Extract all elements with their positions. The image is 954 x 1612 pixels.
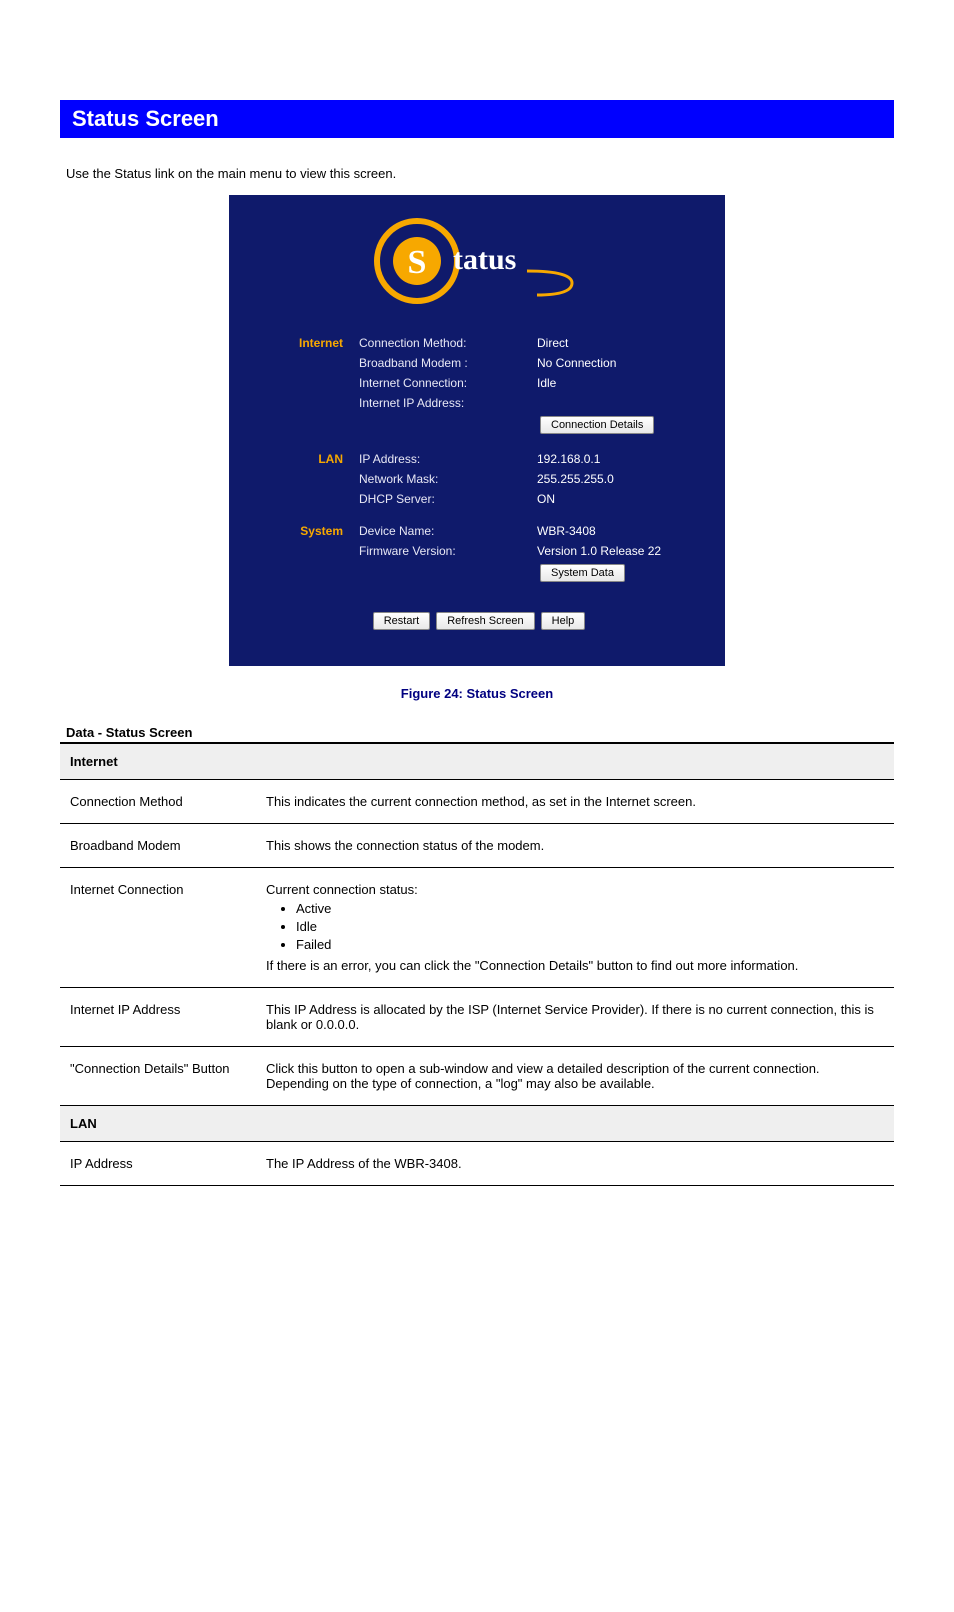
svg-text:S: S — [408, 244, 427, 281]
kv-label: Device Name: — [359, 524, 529, 538]
section-header-lan: LAN — [251, 452, 351, 466]
kv-value — [537, 396, 707, 410]
term-cell: Internet IP Address — [60, 988, 260, 1047]
kv-value: ON — [537, 492, 707, 506]
table-heading: Data - Status Screen — [66, 725, 888, 740]
figure-caption: Figure 24: Status Screen — [60, 686, 894, 701]
desc-cell: Current connection status:ActiveIdleFail… — [260, 868, 894, 988]
kv-label: IP Address: — [359, 452, 529, 466]
kv-label: Firmware Version: — [359, 544, 529, 558]
list-item: Idle — [296, 919, 884, 934]
kv-label: Connection Method: — [359, 336, 529, 350]
desc-cell: The IP Address of the WBR-3408. — [260, 1142, 894, 1186]
kv-label: Broadband Modem : — [359, 356, 529, 370]
help-button[interactable]: Help — [541, 612, 586, 630]
desc-cell: This IP Address is allocated by the ISP … — [260, 988, 894, 1047]
status-logo-icon: S tatus — [367, 211, 587, 311]
term-cell: "Connection Details" Button — [60, 1047, 260, 1106]
kv-label: Network Mask: — [359, 472, 529, 486]
restart-button[interactable]: Restart — [373, 612, 430, 630]
section-header-internet — [251, 356, 351, 370]
kv-label: Internet Connection: — [359, 376, 529, 390]
table-group-lan: LAN — [60, 1106, 894, 1142]
connection-details-button[interactable]: Connection Details — [540, 416, 654, 434]
section-header-internet: Internet — [251, 336, 351, 350]
section-header-internet — [251, 396, 351, 410]
term-cell: Broadband Modem — [60, 824, 260, 868]
section-header-system — [251, 544, 351, 558]
table-group-internet: Internet — [60, 743, 894, 780]
kv-value: Version 1.0 Release 22 — [537, 544, 707, 558]
kv-value: 192.168.0.1 — [537, 452, 707, 466]
section-header-lan — [251, 472, 351, 486]
intro-text: Use the Status link on the main menu to … — [66, 166, 888, 181]
list-item: Active — [296, 901, 884, 916]
table-row: IP AddressThe IP Address of the WBR-3408… — [60, 1142, 894, 1186]
kv-label: Internet IP Address: — [359, 396, 529, 410]
section-header-lan — [251, 492, 351, 506]
status-screenshot: S tatus Internet Connection Method: Direct… — [229, 195, 725, 666]
section-header-system: System — [251, 524, 351, 538]
kv-value: Direct — [537, 336, 707, 350]
kv-value: No Connection — [537, 356, 707, 370]
table-row: "Connection Details" ButtonClick this bu… — [60, 1047, 894, 1106]
term-cell: Connection Method — [60, 780, 260, 824]
system-data-button[interactable]: System Data — [540, 564, 625, 582]
term-cell: Internet Connection — [60, 868, 260, 988]
definitions-table: InternetConnection MethodThis indicates … — [60, 742, 894, 1186]
kv-value: Idle — [537, 376, 707, 390]
kv-label: DHCP Server: — [359, 492, 529, 506]
table-row: Broadband ModemThis shows the connection… — [60, 824, 894, 868]
table-row: Internet ConnectionCurrent connection st… — [60, 868, 894, 988]
desc-cell: This shows the connection status of the … — [260, 824, 894, 868]
page-title: Status Screen — [60, 100, 894, 138]
refresh-screen-button[interactable]: Refresh Screen — [436, 612, 534, 630]
kv-value: 255.255.255.0 — [537, 472, 707, 486]
section-header-internet — [251, 376, 351, 390]
desc-cell: Click this button to open a sub-window a… — [260, 1047, 894, 1106]
svg-text:tatus: tatus — [453, 243, 516, 276]
table-row: Internet IP AddressThis IP Address is al… — [60, 988, 894, 1047]
term-cell: IP Address — [60, 1142, 260, 1186]
list-item: Failed — [296, 937, 884, 952]
table-row: Connection MethodThis indicates the curr… — [60, 780, 894, 824]
desc-cell: This indicates the current connection me… — [260, 780, 894, 824]
kv-value: WBR-3408 — [537, 524, 707, 538]
